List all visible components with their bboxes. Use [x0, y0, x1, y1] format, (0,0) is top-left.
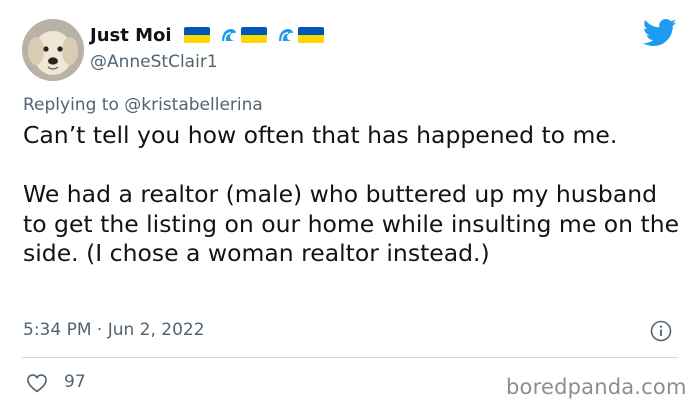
- twitter-bird-icon[interactable]: [643, 18, 677, 48]
- watermark: boredpanda.com: [506, 375, 687, 399]
- ukraine-flag-icon: [183, 27, 210, 43]
- replying-to-label: Replying to: [23, 95, 119, 115]
- reply-mention-link[interactable]: @kristabellerina: [124, 95, 263, 115]
- dog-avatar-icon: [22, 19, 84, 81]
- name-emojis: [183, 27, 328, 43]
- divider: [22, 357, 678, 358]
- like-count: 97: [64, 372, 86, 392]
- tweet-paragraph: We had a realtor (male) who buttered up …: [23, 180, 680, 267]
- heart-icon[interactable]: [26, 373, 48, 393]
- ukraine-flag-icon: [240, 27, 267, 43]
- avatar[interactable]: [22, 19, 84, 81]
- author-handle[interactable]: @AnneStClair1: [90, 52, 218, 72]
- tweet-timestamp[interactable]: 5:34 PM · Jun 2, 2022: [23, 320, 205, 340]
- replying-to: Replying to @kristabellerina: [23, 95, 263, 115]
- info-icon[interactable]: [650, 320, 672, 342]
- author-display-name[interactable]: Just Moi: [90, 25, 172, 46]
- tweet-text: Can’t tell you how often that has happen…: [23, 121, 683, 269]
- author-name-row: Just Moi: [90, 22, 328, 48]
- ukraine-flag-icon: [297, 27, 324, 43]
- wave-icon: [278, 29, 293, 42]
- wave-icon: [221, 29, 236, 42]
- tweet-paragraph: Can’t tell you how often that has happen…: [23, 121, 618, 149]
